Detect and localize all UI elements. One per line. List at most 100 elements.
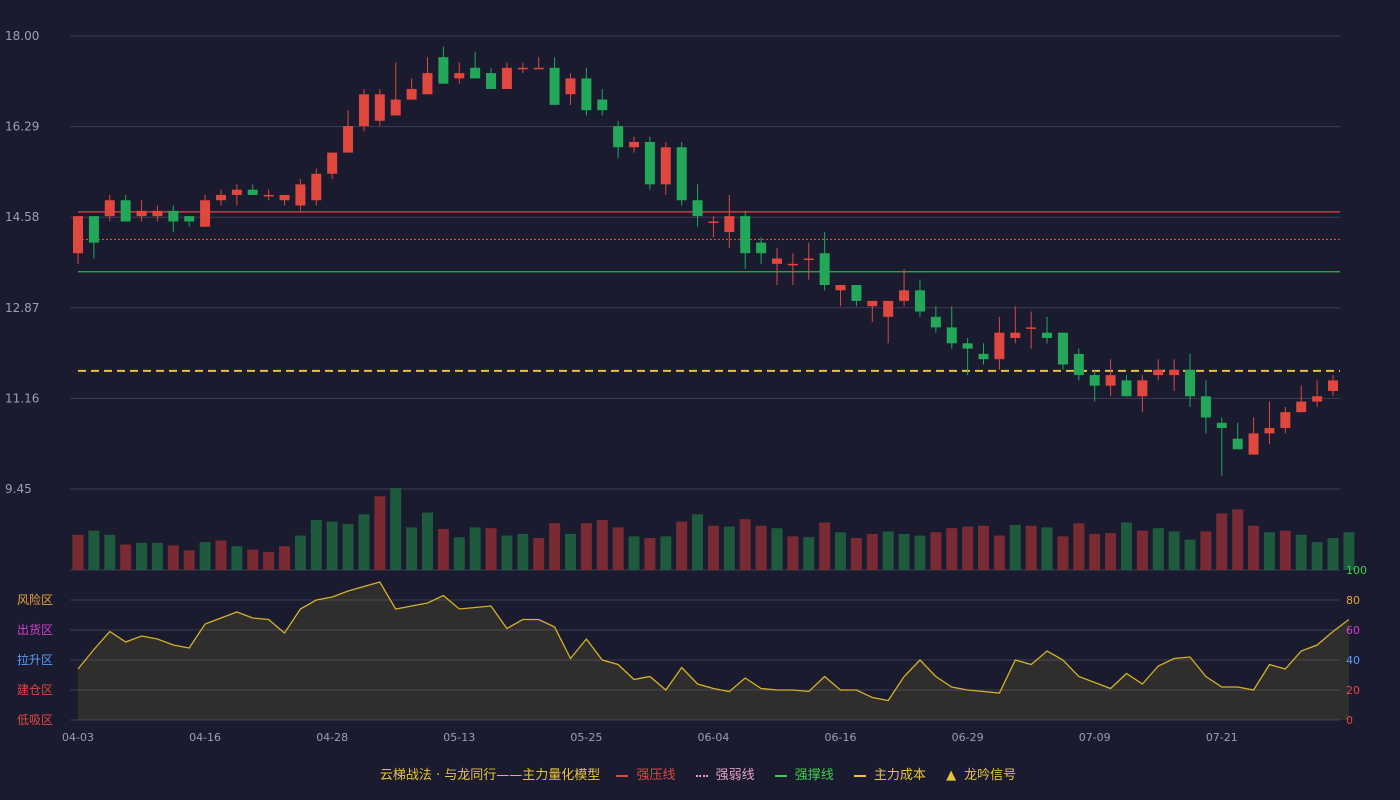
candle-body [1121, 380, 1132, 397]
oscillator-zone-label: 低吸区 [17, 713, 53, 727]
x-tick-label: 05-13 [443, 731, 475, 744]
candle-body [358, 94, 369, 127]
legend-title: 云梯战法 · 与龙同行——主力量化模型 [379, 768, 601, 783]
candle-body [184, 216, 195, 222]
candle-body [533, 67, 544, 70]
volume-bar [374, 496, 386, 570]
volume-bar [469, 527, 481, 570]
candle-body [1105, 375, 1116, 386]
volume-bar [167, 545, 179, 570]
candle-body [899, 290, 910, 301]
x-tick-label: 07-21 [1206, 731, 1238, 744]
volume-bar [755, 525, 767, 570]
candle-body [454, 73, 465, 79]
candle-body [343, 126, 354, 153]
oscillator-zone-label: 建仓区 [17, 683, 53, 697]
candle-body [422, 73, 433, 95]
candle-body [311, 173, 322, 201]
volume-bar [850, 538, 862, 570]
candle-body [771, 258, 782, 264]
volume-bar [1232, 509, 1244, 570]
legend-item-strong-pressure[interactable]: 强压线 [612, 764, 679, 783]
volume-bar [1168, 531, 1180, 570]
volume-bar [596, 519, 608, 570]
candle-body [1026, 327, 1037, 329]
volume-bar [390, 488, 402, 570]
volume-bar [549, 523, 561, 570]
candle-body [851, 285, 862, 301]
candle-body [660, 147, 671, 185]
candle-body [1057, 332, 1068, 365]
candle-body [501, 67, 512, 89]
legend-label-main-cost: 主力成本 [873, 768, 926, 783]
volume-bar [946, 528, 958, 570]
candle-body [136, 210, 147, 217]
candle-body [867, 300, 878, 307]
legend-item-strong-support[interactable]: 强撑线 [771, 764, 838, 783]
legend-label-strong-support: 强撑线 [794, 768, 834, 783]
volume-bar [930, 532, 942, 570]
x-tick-label: 05-25 [570, 731, 602, 744]
volume-bar [771, 528, 783, 570]
triangle-icon: ▲ [946, 768, 957, 783]
candle-body [1312, 396, 1323, 402]
legend-swatch-strong-pressure [616, 774, 629, 777]
volume-bar [1136, 530, 1148, 570]
candle-body [200, 200, 211, 227]
volume-bar [1279, 530, 1291, 570]
candle-body [565, 78, 576, 95]
candle-body [1200, 396, 1211, 418]
x-tick-label: 04-03 [62, 731, 94, 744]
candle-body [1010, 332, 1021, 338]
volume-bar [993, 535, 1005, 570]
volume-bar [421, 512, 433, 570]
price-tick-label: 9.45 [5, 482, 32, 496]
candle-body [787, 263, 798, 266]
volume-bar [564, 533, 576, 570]
legend-swatch-strong-support [774, 774, 787, 777]
price-tick-label: 14.58 [5, 210, 39, 224]
legend-item-dragon-signal[interactable]: ▲ 龙吟信号 [942, 764, 1020, 783]
legend-item-main-cost[interactable]: 主力成本 [850, 764, 930, 783]
oscillator-zone-label: 出货区 [17, 622, 53, 637]
candle-body [438, 57, 449, 84]
volume-bar [358, 514, 370, 570]
candle-body [88, 216, 99, 243]
volume-bar [437, 529, 449, 570]
legend-swatch-strong-weak [695, 774, 708, 777]
volume-bar [835, 532, 847, 570]
volume-bar [660, 536, 672, 570]
volume-bar [104, 534, 116, 570]
candle-body [1296, 401, 1307, 413]
candle-body [517, 67, 528, 70]
x-tick-label: 06-29 [952, 731, 984, 744]
legend-item-strong-weak[interactable]: 强弱线 [692, 764, 759, 783]
volume-bar [819, 522, 831, 570]
candle-body [883, 300, 894, 317]
candle-body [994, 332, 1005, 360]
volume-bar [326, 521, 338, 570]
volume-bar [1311, 542, 1323, 570]
candle-body [1232, 438, 1243, 450]
oscillator-zone-label: 拉升区 [17, 652, 53, 667]
volume-bar [533, 538, 545, 570]
volume-bar [342, 524, 354, 570]
volume-bar [310, 519, 322, 570]
volume-bar [962, 526, 974, 570]
price-tick-label: 18.00 [5, 29, 39, 43]
volume-bar [914, 535, 926, 570]
volume-bar [1041, 527, 1053, 570]
x-tick-label: 04-28 [316, 731, 348, 744]
candle-body [819, 253, 830, 286]
candle-body [549, 67, 560, 105]
volume-bar [1327, 538, 1339, 570]
candle-body [73, 216, 83, 254]
volume-bar [1105, 533, 1117, 570]
volume-bar [1025, 525, 1037, 570]
volume-bar [406, 527, 418, 570]
candle-body [644, 141, 655, 185]
x-tick-label: 06-04 [697, 731, 729, 744]
candle-body [914, 290, 925, 312]
candle-body [215, 194, 226, 201]
candle-body [803, 258, 814, 261]
